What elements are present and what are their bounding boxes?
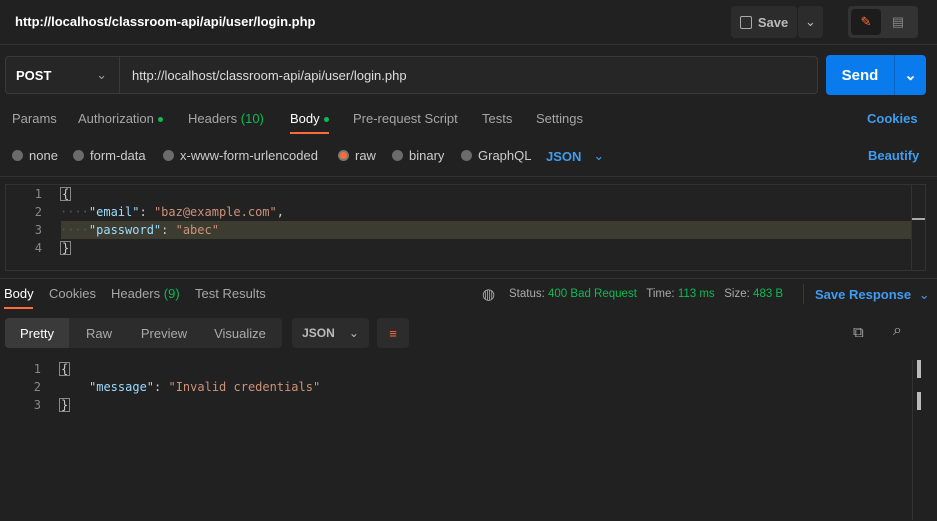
tab-pre-request-script[interactable]: Pre-request Script: [353, 111, 458, 126]
radio-none[interactable]: none: [12, 148, 58, 163]
url-input[interactable]: http://localhost/classroom-api/api/user/…: [119, 56, 818, 94]
response-tab-headers[interactable]: Headers (9): [111, 286, 180, 301]
edit-pencil-icon[interactable]: ✎: [851, 9, 881, 35]
chevron-down-icon: ⌄: [918, 287, 930, 302]
save-response-button[interactable]: Save Response ⌄: [815, 287, 930, 303]
wrap-lines-icon[interactable]: ≡: [377, 318, 409, 348]
view-pretty[interactable]: Pretty: [5, 318, 69, 348]
divider: [0, 278, 937, 279]
chevron-down-icon: ⌄: [96, 67, 107, 82]
status-dot: [323, 117, 329, 123]
line-number: 1: [33, 362, 41, 376]
active-tab-indicator: [290, 132, 329, 134]
search-icon[interactable]: ⌕: [893, 322, 902, 340]
json-value: "abec": [175, 223, 219, 237]
radio-raw[interactable]: raw: [338, 148, 376, 163]
radio-graphql[interactable]: GraphQL: [461, 148, 531, 163]
json-key: "message": [89, 380, 155, 394]
view-preview[interactable]: Preview: [129, 318, 199, 348]
divider: [0, 176, 937, 177]
save-options-button[interactable]: ⌄: [798, 6, 823, 38]
line-number: 2: [33, 380, 41, 394]
tab-authorization[interactable]: Authorization: [78, 111, 163, 126]
tab-body[interactable]: Body: [290, 111, 329, 126]
view-visualize[interactable]: Visualize: [199, 318, 281, 348]
response-meta: Status: 400 Bad Request Time: 113 ms Siz…: [509, 288, 784, 300]
body-format-select[interactable]: JSON ⌄: [546, 148, 604, 164]
send-options-chevron-icon[interactable]: ⌄: [894, 55, 926, 95]
view-raw[interactable]: Raw: [69, 318, 129, 348]
response-tab-test-results[interactable]: Test Results: [195, 286, 266, 301]
status-dot: [157, 117, 163, 123]
radio-form-data[interactable]: form-data: [73, 148, 146, 163]
editor-scrollbar[interactable]: [911, 185, 925, 270]
status-code[interactable]: 400 Bad Request: [548, 288, 637, 300]
send-button[interactable]: Send ⌄: [826, 55, 926, 95]
save-button[interactable]: Save: [731, 6, 797, 38]
cookies-link[interactable]: Cookies: [867, 111, 918, 126]
tab-params[interactable]: Params: [12, 111, 57, 126]
line-number: 1: [34, 187, 42, 201]
line-number: 3: [33, 398, 41, 412]
view-mode-toggle[interactable]: ✎ ▤: [848, 6, 918, 38]
json-value: "Invalid credentials": [168, 380, 321, 394]
globe-icon[interactable]: ◍: [482, 285, 495, 303]
method-select[interactable]: POST ⌄: [5, 56, 120, 94]
line-number: 4: [34, 241, 42, 255]
brace: }: [60, 241, 72, 255]
line-number: 2: [34, 205, 42, 219]
request-title: http://localhost/classroom-api/api/user/…: [15, 14, 316, 29]
response-size[interactable]: 483 B: [753, 288, 783, 300]
beautify-link[interactable]: Beautify: [868, 148, 919, 163]
save-icon: [739, 15, 752, 29]
chevron-down-icon: ⌄: [593, 148, 605, 163]
response-tab-cookies[interactable]: Cookies: [49, 286, 96, 301]
radio-urlencoded[interactable]: x-www-form-urlencoded: [163, 148, 318, 163]
radio-binary[interactable]: binary: [392, 148, 444, 163]
copy-icon[interactable]: ⧉: [853, 324, 864, 341]
tab-settings[interactable]: Settings: [536, 111, 583, 126]
brace: {: [59, 362, 71, 376]
divider: [803, 284, 804, 304]
response-tab-body[interactable]: Body: [4, 286, 34, 301]
line-number: 3: [34, 223, 42, 237]
documentation-icon[interactable]: ▤: [881, 14, 915, 30]
tab-tests[interactable]: Tests: [482, 111, 512, 126]
request-body-editor[interactable]: 1{ 2 ···· "email": "baz@example.com", 3 ···…: [5, 184, 926, 271]
brace: {: [60, 187, 72, 201]
response-body-viewer: 1{ 2 "message": "Invalid credentials" 3}: [5, 360, 926, 520]
json-value: "baz@example.com": [153, 205, 277, 219]
json-key: "email": [88, 205, 140, 219]
active-tab-indicator: [4, 307, 33, 309]
response-time[interactable]: 113 ms: [678, 288, 715, 300]
response-format-select[interactable]: JSON ⌄: [292, 318, 369, 348]
brace: }: [59, 398, 71, 412]
chevron-down-icon: ⌄: [805, 14, 816, 29]
request-header: http://localhost/classroom-api/api/user/…: [0, 0, 937, 45]
json-key: "password": [88, 223, 162, 237]
response-scrollbar[interactable]: [912, 360, 926, 520]
response-view-selector: Pretty Raw Preview Visualize: [5, 318, 282, 348]
tab-headers[interactable]: Headers (10): [188, 111, 264, 126]
chevron-down-icon: ⌄: [348, 326, 359, 340]
